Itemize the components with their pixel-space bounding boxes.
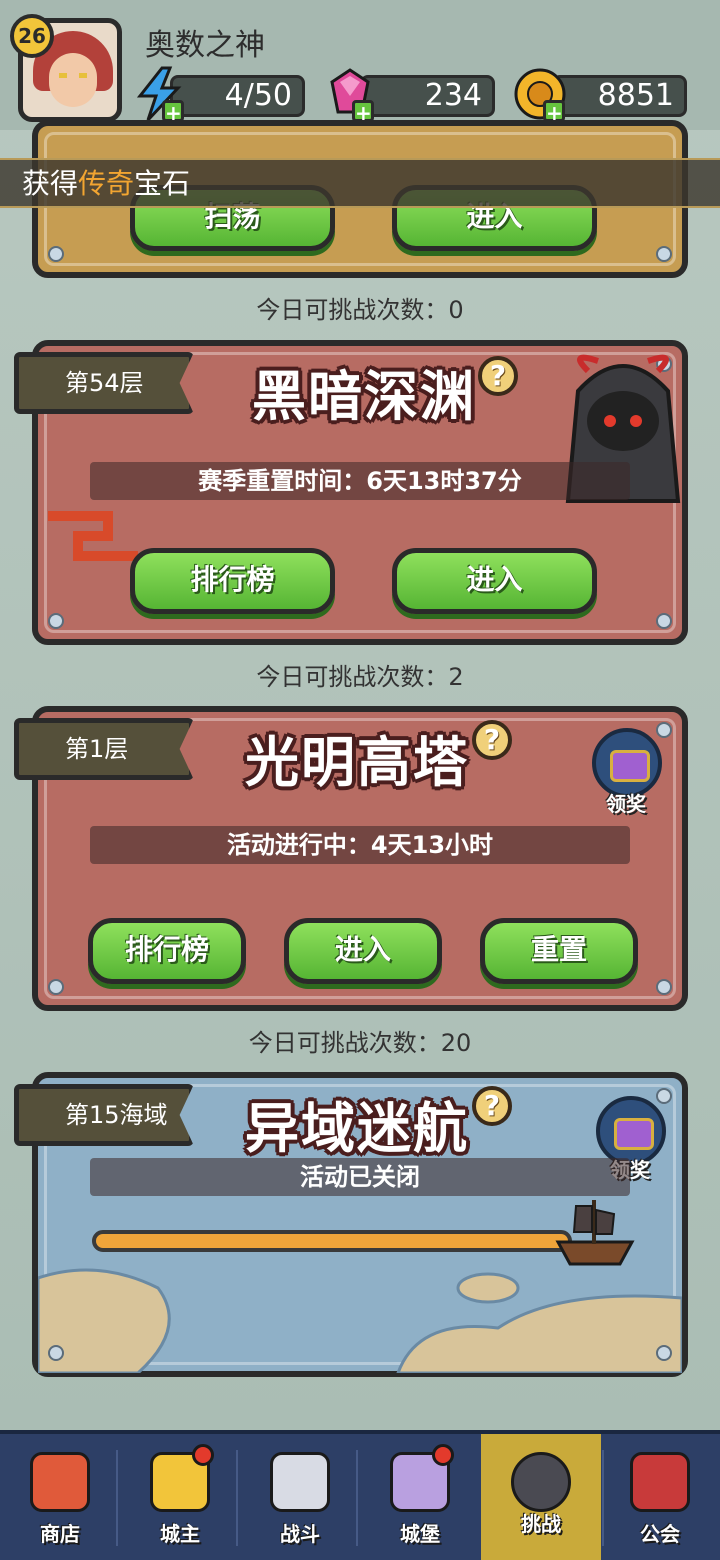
voyage-progress-bar [92, 1230, 572, 1252]
voyage-help-icon[interactable]: ? [472, 1086, 512, 1126]
shop-icon [30, 1452, 90, 1512]
avatar-eye [79, 73, 87, 78]
player-name: 奥数之神 [145, 28, 265, 63]
voyage-area-ribbon: 第15海域 [14, 1084, 194, 1146]
abyss-title: 黑暗深渊 [252, 365, 476, 428]
swords-icon [270, 1452, 330, 1512]
chest-shape [614, 1118, 654, 1150]
tower-floor-ribbon: 第1层 [14, 718, 194, 780]
nav-tab-lord[interactable]: 城主 [120, 1434, 240, 1560]
abyss-floor-ribbon: 第54层 [14, 352, 194, 414]
tower-event-status: 活动进行中：4天13小时 [90, 826, 630, 864]
voyage-event-status: 活动已关闭 [90, 1158, 630, 1196]
notice-prefix: 获得 [22, 167, 79, 200]
rivet [656, 613, 672, 629]
bottom-nav-bar: 商店 城主 战斗 城堡 挑战 公会 [0, 1430, 720, 1560]
nav-tab-guild[interactable]: 公会 [600, 1434, 720, 1560]
avatar-eye [59, 73, 67, 78]
rivet [656, 722, 672, 738]
rivet [656, 979, 672, 995]
notice-suffix: 宝石 [134, 167, 191, 200]
notice-highlight: 传奇 [78, 167, 135, 200]
tower-reward-label[interactable]: 领奖 [606, 788, 646, 817]
tower-rank-button[interactable]: 排行榜 [88, 918, 246, 984]
pirate-ship-icon [555, 1200, 635, 1266]
rivet [48, 979, 64, 995]
abyss-challenge-count: 今日可挑战次数：2 [256, 663, 464, 691]
abyss-help-icon[interactable]: ? [478, 356, 518, 396]
tower-enter-button[interactable]: 进入 [284, 918, 442, 984]
nav-tab-battle[interactable]: 战斗 [240, 1434, 360, 1560]
abyss-enter-button[interactable]: 进入 [392, 548, 597, 614]
nav-label: 挑战 [521, 1512, 561, 1536]
tower-reset-button[interactable]: 重置 [480, 918, 638, 984]
nav-tab-castle[interactable]: 城堡 [360, 1434, 480, 1560]
tower-challenge-count: 今日可挑战次数：20 [248, 1029, 472, 1057]
nav-label: 战斗 [280, 1522, 320, 1546]
nav-label: 商店 [40, 1522, 80, 1546]
rivet [48, 246, 64, 262]
tower-help-icon[interactable]: ? [472, 720, 512, 760]
abyss-season-reset: 赛季重置时间：6天13时37分 [90, 462, 630, 500]
energy-counter: 4/50 [170, 75, 305, 117]
nav-label: 公会 [640, 1522, 680, 1546]
guild-banner-icon [630, 1452, 690, 1512]
gold-counter: 8851 [552, 75, 687, 117]
add-energy-button[interactable]: + [162, 100, 184, 123]
nav-tab-shop[interactable]: 商店 [0, 1434, 120, 1560]
notification-dot [192, 1444, 214, 1466]
rivet [48, 613, 64, 629]
gem-counter: 234 [360, 75, 495, 117]
nav-label: 城主 [160, 1522, 200, 1546]
chest-shape [610, 750, 650, 782]
nav-tab-challenge[interactable]: 挑战 [481, 1434, 601, 1560]
rivet [656, 246, 672, 262]
player-level-badge: 26 [10, 14, 54, 58]
tower-title: 光明高塔 [245, 731, 469, 794]
demon-icon [511, 1452, 571, 1512]
top-challenge-count: 今日可挑战次数：0 [256, 296, 464, 324]
rivet [48, 1345, 64, 1361]
avatar-face [49, 53, 97, 107]
notification-dot [432, 1444, 454, 1466]
add-gold-button[interactable]: + [543, 100, 565, 123]
voyage-title: 异域迷航 [245, 1097, 469, 1160]
red-pattern-decoration [48, 511, 138, 561]
abyss-rank-button[interactable]: 排行榜 [130, 548, 335, 614]
rivet [656, 1088, 672, 1104]
add-gems-button[interactable]: + [352, 100, 374, 123]
nav-label: 城堡 [400, 1522, 440, 1546]
rivet [656, 1345, 672, 1361]
legendary-gem-notice: 获得传奇宝石 [0, 158, 720, 208]
